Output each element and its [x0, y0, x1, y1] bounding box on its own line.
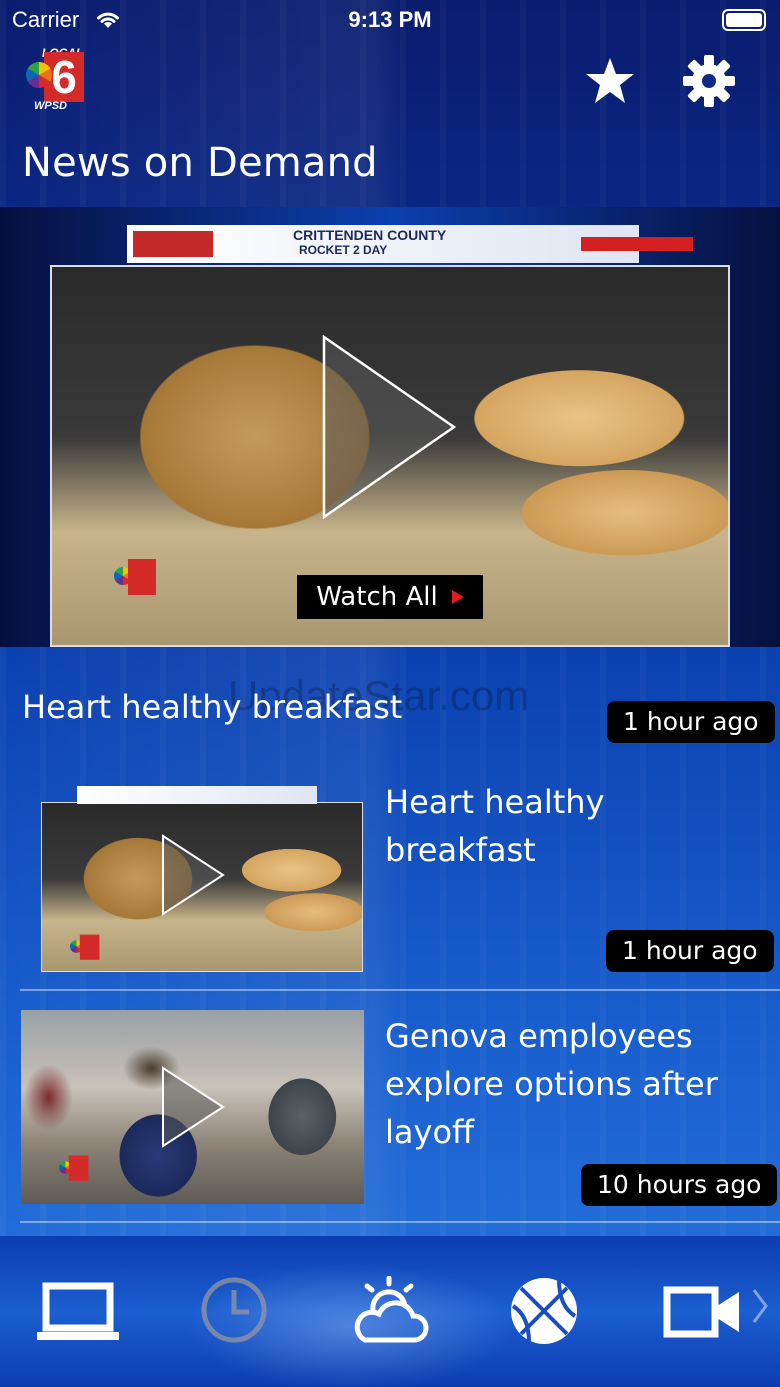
watch-all-button[interactable]: Watch All [297, 575, 483, 619]
video-camera-icon[interactable] [655, 1276, 745, 1346]
hero-station-bug [114, 551, 160, 603]
thumb-station-bug [70, 929, 102, 965]
lower-third-tag [581, 237, 693, 251]
video-title: Heart healthy breakfast [385, 783, 605, 869]
video-title: Genova employees explore options after l… [385, 1017, 718, 1151]
favorites-star-icon[interactable] [584, 56, 636, 106]
play-icon[interactable] [161, 1066, 225, 1148]
thumb-station-bug [59, 1150, 91, 1186]
list-item[interactable]: Heart healthy breakfast 1 hour ago [0, 778, 780, 990]
laptop-icon[interactable] [33, 1276, 123, 1346]
peacock-icon [26, 62, 52, 88]
featured-time-badge: 1 hour ago [607, 701, 775, 743]
battery-icon [722, 9, 766, 31]
featured-title[interactable]: Heart healthy breakfast [22, 688, 402, 726]
bug-number [128, 559, 156, 595]
bottom-nav [0, 1236, 780, 1387]
video-time-badge: 1 hour ago [606, 930, 774, 972]
list-item[interactable]: Genova employees explore options after l… [0, 1010, 780, 1222]
play-icon[interactable] [322, 335, 458, 519]
play-icon[interactable] [161, 834, 225, 916]
status-time: 9:13 PM [348, 7, 432, 32]
station-logo: LOCAL 6 WPSD [26, 46, 86, 114]
status-bar: Carrier 9:13 PM [0, 0, 780, 40]
settings-gear-icon[interactable] [681, 54, 737, 108]
play-arrow-icon [451, 590, 464, 604]
logo-station-text: WPSD [34, 100, 67, 112]
bug-number [68, 1155, 89, 1181]
watch-all-label: Watch All [316, 582, 438, 612]
chevron-right-icon[interactable] [748, 1284, 772, 1328]
video-time-badge: 10 hours ago [581, 1164, 778, 1206]
list-divider [20, 989, 780, 991]
weather-icon[interactable] [345, 1276, 435, 1346]
page-title: News on Demand [22, 140, 378, 186]
clock-icon[interactable] [189, 1276, 279, 1346]
hero-lower-third: CRITTENDEN COUNTY ROCKET 2 DAY [127, 225, 693, 263]
video-thumbnail [21, 778, 364, 972]
hero-video[interactable]: CRITTENDEN COUNTY ROCKET 2 DAY Watch All [0, 207, 780, 647]
basketball-icon[interactable] [499, 1276, 589, 1346]
video-thumbnail [21, 1010, 364, 1204]
lower-third-line2: ROCKET 2 DAY [299, 243, 388, 257]
thumb-lower-third [77, 786, 317, 804]
bug-number [79, 934, 100, 960]
list-divider [20, 1221, 780, 1223]
lower-third-chip [133, 231, 213, 257]
lower-third-line1: CRITTENDEN COUNTY [293, 227, 447, 243]
